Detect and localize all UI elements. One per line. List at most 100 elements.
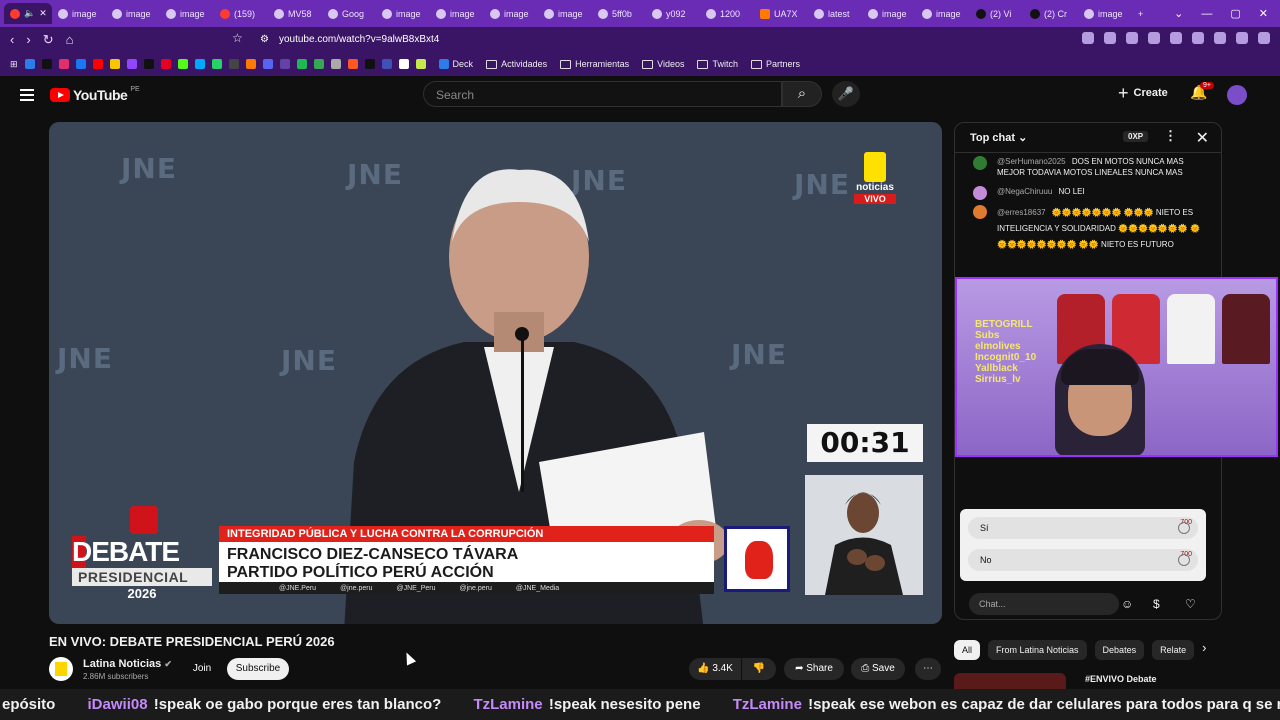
tab[interactable]: image: [52, 3, 106, 24]
tab[interactable]: (2) Vi: [970, 3, 1024, 24]
home-icon[interactable]: ⌂: [66, 32, 74, 48]
youtube-icon[interactable]: [92, 59, 103, 69]
extension-icon[interactable]: [1236, 32, 1248, 44]
bookmark-folder-videos[interactable]: Videos: [642, 59, 684, 69]
extension-icon[interactable]: [1192, 32, 1204, 44]
apps-grid-icon[interactable]: ⊞: [10, 59, 18, 70]
notifications-button[interactable]: 🔔 9+: [1190, 82, 1214, 101]
bookmark-folder-twitch[interactable]: Twitch: [697, 59, 738, 69]
chat-author[interactable]: @erres18637: [997, 208, 1046, 217]
bookmark-icon[interactable]: [228, 59, 239, 69]
search-input[interactable]: Search: [423, 81, 782, 107]
guide-menu-icon[interactable]: [20, 89, 34, 104]
tab[interactable]: (2) Cr: [1024, 3, 1078, 24]
bookmark-icon[interactable]: [313, 59, 324, 69]
back-icon[interactable]: ‹: [10, 32, 14, 48]
tab[interactable]: y092: [646, 3, 700, 24]
chat-input[interactable]: Chat...: [969, 593, 1119, 615]
account-avatar[interactable]: [1227, 85, 1247, 105]
save-button[interactable]: ⎙ Save: [851, 658, 905, 680]
extension-icon[interactable]: [1104, 32, 1116, 44]
reload-icon[interactable]: ↻: [43, 32, 54, 48]
bookmark-icon[interactable]: [381, 59, 392, 69]
spotify-icon[interactable]: [296, 59, 307, 69]
tab[interactable]: UA7X: [754, 3, 808, 24]
channel-avatar[interactable]: [49, 657, 73, 681]
close-tab-icon[interactable]: ✕: [39, 8, 47, 19]
bookmark-folder-herramientas[interactable]: Herramientas: [560, 59, 629, 69]
discord-icon[interactable]: [262, 59, 273, 69]
chip-from-channel[interactable]: From Latina Noticias: [988, 640, 1087, 660]
xp-badge[interactable]: 0XP: [1123, 131, 1149, 142]
bookmark-page-icon[interactable]: ☆: [232, 31, 243, 45]
chip-debates[interactable]: Debates: [1094, 640, 1145, 660]
tiktok-icon[interactable]: [41, 59, 52, 69]
video-player[interactable]: JNE JNE JNE JNE JNE JNE JNE noticias VIV…: [49, 122, 942, 624]
bookmark-icon[interactable]: [279, 59, 290, 69]
tab[interactable]: Goog: [322, 3, 376, 24]
tab[interactable]: image: [538, 3, 592, 24]
tab[interactable]: image: [916, 3, 970, 24]
extension-icon[interactable]: [1214, 32, 1226, 44]
bookmark-folder-partners[interactable]: Partners: [751, 59, 800, 69]
tab[interactable]: image: [430, 3, 484, 24]
bookmark-icon[interactable]: [245, 59, 256, 69]
tab[interactable]: image: [862, 3, 916, 24]
bookmark-folder-actividades[interactable]: Actividades: [486, 59, 547, 69]
tab[interactable]: MV58: [268, 3, 322, 24]
bookmark-icon[interactable]: [347, 59, 358, 69]
extension-icon[interactable]: [1082, 32, 1094, 44]
url-field[interactable]: ⚙ youtube.com/watch?v=9alwB8xBxt4: [250, 30, 970, 49]
chat-author[interactable]: @NegaChiruuu: [997, 187, 1052, 196]
tab[interactable]: image: [1078, 3, 1132, 24]
forward-icon[interactable]: ›: [26, 32, 30, 48]
tab-youtube-active[interactable]: 🔈 ✕: [4, 3, 52, 24]
tab-search-icon[interactable]: ⌄: [1174, 7, 1183, 20]
facebook-icon[interactable]: [75, 59, 86, 69]
bookmark-icon[interactable]: [415, 59, 426, 69]
extension-icon[interactable]: [1126, 32, 1138, 44]
x-icon[interactable]: [143, 59, 154, 69]
tab[interactable]: latest: [808, 3, 862, 24]
subscribe-button[interactable]: Subscribe: [227, 658, 289, 680]
youtube-logo[interactable]: YouTube PE: [50, 86, 140, 103]
chat-menu-icon[interactable]: ⋮: [1164, 128, 1177, 144]
tab[interactable]: (159): [214, 3, 268, 24]
poll-option-no[interactable]: No 700: [968, 549, 1198, 571]
chip-all[interactable]: All: [954, 640, 981, 660]
tab[interactable]: 5ff0b: [592, 3, 646, 24]
chevron-right-icon[interactable]: ›: [1202, 640, 1206, 660]
menu-icon[interactable]: [1258, 32, 1270, 44]
tab[interactable]: image: [106, 3, 160, 24]
bookmark-icon[interactable]: [364, 59, 375, 69]
new-tab-button[interactable]: +: [1132, 3, 1152, 24]
recommended-title[interactable]: #ENVIVO Debate: [1085, 674, 1157, 684]
bookmark-icon[interactable]: [398, 59, 409, 69]
maximize-icon[interactable]: ▢: [1230, 7, 1240, 20]
mute-icon[interactable]: 🔈: [24, 8, 35, 19]
bookmark-deck[interactable]: Deck: [438, 59, 473, 69]
voice-search-button[interactable]: 🎤: [832, 81, 860, 107]
channel-name[interactable]: Latina Noticias ✔: [83, 658, 172, 670]
tab[interactable]: image: [160, 3, 214, 24]
kick-icon[interactable]: [177, 59, 188, 69]
dislike-button[interactable]: 👎: [742, 658, 776, 680]
emoji-icon[interactable]: ☺: [1121, 597, 1133, 611]
minimize-icon[interactable]: —: [1201, 8, 1212, 20]
bookmark-icon[interactable]: [194, 59, 205, 69]
heart-icon[interactable]: ♡: [1185, 597, 1196, 611]
like-button[interactable]: 👍 3.4K: [689, 658, 741, 680]
join-button[interactable]: Join: [185, 658, 219, 680]
search-button[interactable]: ⌕: [782, 81, 822, 107]
bookmark-icon[interactable]: [24, 59, 35, 69]
tab[interactable]: image: [376, 3, 430, 24]
chip-related[interactable]: Relate: [1152, 640, 1195, 660]
recommended-thumbnail[interactable]: [954, 673, 1066, 689]
twitch-icon[interactable]: [126, 59, 137, 69]
tab[interactable]: 1200: [700, 3, 754, 24]
bookmark-icon[interactable]: [109, 59, 120, 69]
chat-author[interactable]: @SerHumano2025: [997, 157, 1066, 166]
share-button[interactable]: ➦ Share: [784, 658, 844, 680]
tab[interactable]: image: [484, 3, 538, 24]
more-actions-button[interactable]: ⋯: [915, 658, 941, 680]
